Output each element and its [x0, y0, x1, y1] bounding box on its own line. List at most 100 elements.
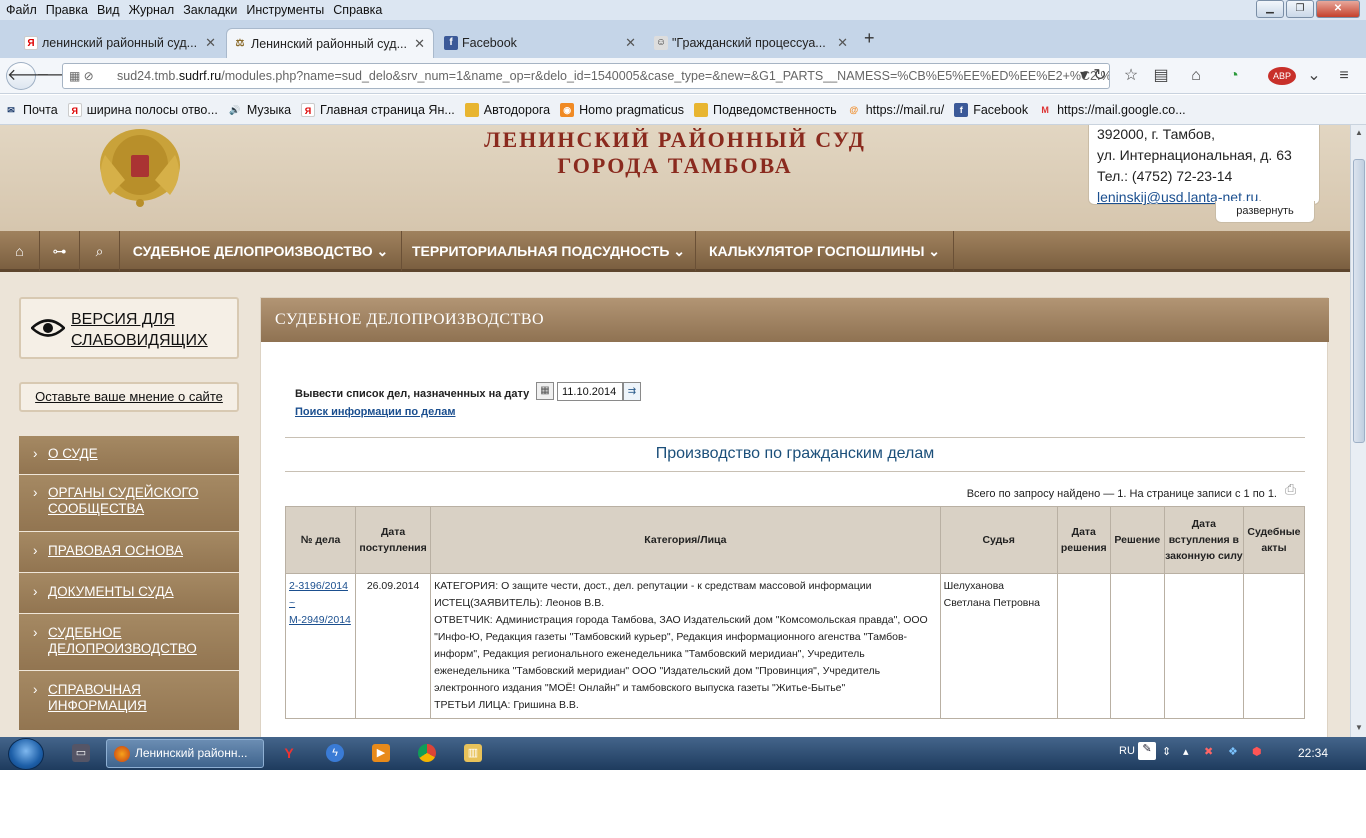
home-icon[interactable]: ⌂: [1186, 66, 1206, 86]
menu-history[interactable]: Журнал: [129, 3, 175, 17]
case-search-link[interactable]: Поиск информации по делам: [295, 406, 455, 418]
site-identity-icon[interactable]: ▦ ⊘: [69, 69, 113, 85]
forward-button[interactable]: 🡒: [36, 63, 79, 89]
bookmark-podved[interactable]: Подведомственность: [694, 102, 837, 117]
printer-icon[interactable]: ⎙: [1285, 481, 1301, 497]
menu-tools[interactable]: Инструменты: [246, 3, 324, 17]
sidebar-item-proceedings[interactable]: › СУДЕБНОЕ ДЕЛОПРОИЗВОДСТВО: [19, 614, 239, 671]
menu-edit[interactable]: Правка: [46, 3, 88, 17]
bookmarks-list-icon[interactable]: ▤: [1151, 66, 1171, 86]
sidebar-item-documents[interactable]: › ДОКУМЕНТЫ СУДА: [19, 573, 239, 614]
file-explorer-icon[interactable]: ▥: [464, 744, 482, 762]
menu-bookmarks[interactable]: Закладки: [183, 3, 237, 17]
restore-button[interactable]: ❐: [1286, 0, 1314, 18]
expand-contact-button[interactable]: развернуть: [1215, 201, 1315, 223]
menu-file[interactable]: Файл: [6, 3, 37, 17]
col-decision: Решение: [1109, 506, 1165, 574]
col-decision-date: Дата решения: [1056, 506, 1111, 574]
close-tab-icon[interactable]: ✕: [837, 35, 848, 51]
menu-view[interactable]: Вид: [97, 3, 120, 17]
cell-case-number: 2-3196/2014 ~ М-2949/2014: [284, 573, 357, 719]
bookmark-yandex-home[interactable]: Я Главная страница Ян...: [301, 102, 455, 117]
bookmark-shirina[interactable]: Яширина полосы отво...: [67, 102, 218, 117]
col-judge: Судья: [939, 506, 1058, 574]
bookmark-music[interactable]: 🔊 Музыка: [228, 103, 291, 117]
home-icon[interactable]: ⌂: [0, 231, 40, 271]
show-desktop-icon[interactable]: ▭: [72, 744, 90, 762]
nav-fee-calculator[interactable]: КАЛЬКУЛЯТОР ГОСПОШЛИНЫ ⌄: [696, 231, 954, 271]
sidebar-item-label: СУДЕБНОЕ: [48, 625, 122, 640]
keyboard-layout-icon[interactable]: ✎: [1138, 742, 1156, 760]
back-button[interactable]: 🡐: [6, 62, 50, 90]
vertical-scrollbar[interactable]: ▲ ▼: [1350, 125, 1366, 737]
tab-civil-procedure[interactable]: ☺ "Гражданский процессуа... ✕: [648, 28, 856, 58]
layout-arrows-icon[interactable]: ⇕: [1162, 745, 1171, 758]
new-tab-button[interactable]: +: [864, 28, 875, 49]
chrome-icon[interactable]: [418, 744, 436, 762]
close-window-button[interactable]: ✕: [1316, 0, 1360, 18]
scroll-down-icon[interactable]: ▼: [1352, 721, 1366, 735]
bookmark-avtodoroga[interactable]: Автодорога: [464, 102, 551, 117]
feedback-link[interactable]: Оставьте ваше мнение о сайте: [19, 382, 239, 412]
language-indicator[interactable]: RU: [1119, 745, 1135, 757]
section-title: Производство по гражданским делам: [655, 445, 935, 462]
nav-territorial-jurisdiction[interactable]: ТЕРРИТОРИАЛЬНАЯ ПОДСУДНОСТЬ ⌄: [402, 231, 696, 271]
system-clock[interactable]: 22:34: [1298, 746, 1328, 760]
sidebar-item-about[interactable]: › О СУДЕ: [19, 436, 239, 475]
facebook-icon: f: [444, 36, 458, 50]
cell-effective-date: [1163, 573, 1244, 719]
adblock-icon[interactable]: ABP: [1268, 67, 1296, 85]
bookmark-homo[interactable]: ◉ Homo pragmaticus: [560, 102, 684, 117]
scrollbar-thumb[interactable]: [1353, 159, 1365, 443]
bookmark-label: Музыка: [246, 102, 292, 117]
bookmark-mailru[interactable]: @ https://mail.ru/: [847, 103, 944, 117]
reload-icon[interactable]: ↻: [1090, 66, 1110, 86]
start-button[interactable]: [8, 738, 44, 770]
taskbar-firefox-window[interactable]: Ленинский районн...: [106, 739, 264, 768]
date-submit-icon[interactable]: ⇉: [623, 382, 641, 401]
lightning-app-icon[interactable]: ϟ: [326, 744, 344, 762]
tab-court-site[interactable]: ⚖ Ленинский районный суд... ✕: [226, 28, 434, 58]
media-player-icon[interactable]: ▶: [372, 744, 390, 762]
bookmark-gmail[interactable]: Mhttps://mail.google.co...: [1038, 103, 1185, 117]
visually-impaired-version[interactable]: ВЕРСИЯ ДЛЯ СЛАБОВИДЯЩИХ: [19, 297, 239, 359]
sidebar-item-reference[interactable]: › СПРАВОЧНАЯ ИНФОРМАЦИЯ: [19, 671, 239, 731]
case-link[interactable]: 2-3196/2014: [289, 580, 348, 592]
dropbox-icon[interactable]: ❖: [1228, 745, 1238, 758]
network-disconnected-icon[interactable]: ✖: [1204, 745, 1213, 758]
bookmark-star-icon[interactable]: ☆: [1121, 66, 1141, 86]
chevron-right-icon: ›: [33, 682, 38, 697]
hamburger-menu-icon[interactable]: ≡: [1334, 66, 1354, 86]
address-bar[interactable]: ▦ ⊘ sud24.tmb. sudrf.ru/modules.php?name=…: [62, 63, 1110, 89]
bookmark-pochta[interactable]: ✉ Почта: [4, 103, 58, 117]
bookmark-label: Главная страница Ян...: [320, 102, 455, 117]
scroll-up-icon[interactable]: ▲: [1352, 126, 1366, 140]
bookmark-facebook[interactable]: f Facebook: [954, 102, 1028, 117]
close-tab-icon[interactable]: ✕: [625, 35, 636, 51]
calendar-icon[interactable]: ▦: [536, 382, 554, 400]
antivirus-icon[interactable]: ⬢: [1252, 745, 1262, 758]
bookmark-label: Автодорога: [483, 102, 551, 117]
addon-icon[interactable]: ◔: [1224, 66, 1244, 86]
date-input[interactable]: [557, 382, 623, 401]
chevron-down-icon[interactable]: ⌄: [1304, 66, 1324, 86]
close-tab-icon[interactable]: ✕: [205, 35, 216, 51]
tab-yandex-search[interactable]: Я ленинский районный суд... ✕: [18, 28, 224, 58]
material-link[interactable]: М-2949/2014: [289, 614, 351, 626]
yandex-browser-icon[interactable]: Y: [280, 744, 298, 762]
bookmark-label: Почта: [23, 102, 58, 117]
minimize-button[interactable]: ▁: [1256, 0, 1284, 18]
nav-court-proceedings[interactable]: СУДЕБНОЕ ДЕЛОПРОИЗВОДСТВО ⌄: [120, 231, 402, 271]
sidebar-item-judicial-bodies[interactable]: › ОРГАНЫ СУДЕЙСКОГО СООБЩЕСТВА: [19, 475, 239, 532]
menu-help[interactable]: Справка: [333, 3, 382, 17]
sidebar-item-legal-basis[interactable]: › ПРАВОВАЯ ОСНОВА: [19, 532, 239, 573]
close-tab-icon[interactable]: ✕: [414, 36, 425, 52]
show-hidden-icons[interactable]: ▴: [1183, 745, 1189, 758]
case-link-separator[interactable]: ~: [289, 597, 295, 609]
folder-icon: [464, 102, 479, 117]
search-icon[interactable]: ⌕: [80, 231, 120, 271]
tab-facebook[interactable]: f Facebook ✕: [438, 28, 644, 58]
blank-area: [0, 770, 1366, 838]
mailru-icon: @: [849, 104, 859, 115]
sitemap-icon[interactable]: ⊶: [40, 231, 80, 271]
